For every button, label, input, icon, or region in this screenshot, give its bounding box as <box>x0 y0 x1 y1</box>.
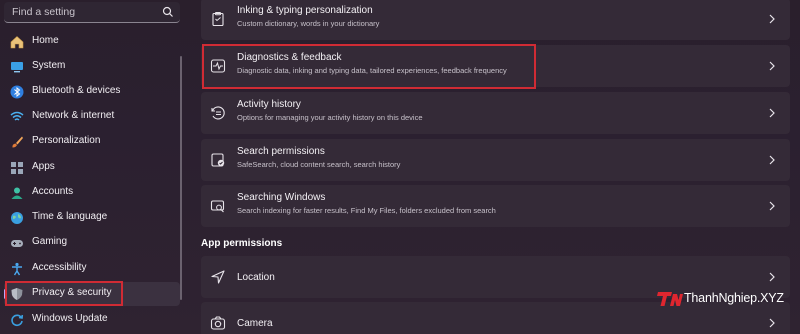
card-searching-windows[interactable]: Searching Windows Search indexing for fa… <box>201 185 790 227</box>
card-title: Activity history <box>237 99 301 110</box>
clipboard-icon <box>212 12 224 27</box>
sidebar-item-label: Time & language <box>32 211 108 222</box>
search-permissions-icon <box>211 153 225 167</box>
sidebar-item-label: Network & internet <box>32 110 115 121</box>
chevron-right-icon <box>769 108 775 118</box>
accounts-icon <box>11 187 23 199</box>
card-title: Search permissions <box>237 146 325 157</box>
card-search-permissions[interactable]: Search permissions SafeSearch, cloud con… <box>201 139 790 181</box>
camera-icon <box>210 316 226 330</box>
chevron-right-icon <box>769 201 775 211</box>
highlight-box-diagnostics <box>202 44 536 89</box>
sidebar-item-gaming[interactable]: Gaming <box>4 231 180 255</box>
sidebar-item-label: Gaming <box>32 236 68 247</box>
search-input[interactable]: Find a setting <box>12 6 75 18</box>
sidebar-item-label: Accounts <box>32 186 74 197</box>
sidebar-item-label: Windows Update <box>32 313 108 324</box>
sidebar-item-label: Personalization <box>32 135 101 146</box>
sidebar-item-accessibility[interactable]: Accessibility <box>4 257 180 281</box>
watermark-logo <box>657 292 683 306</box>
card-activity-history[interactable]: Activity history Options for managing yo… <box>201 92 790 134</box>
apps-icon <box>11 162 23 174</box>
watermark: ThanhNghiep.XYZ <box>656 288 800 310</box>
gamepad-icon <box>11 240 23 247</box>
card-title: Searching Windows <box>237 192 326 203</box>
accessibility-icon <box>12 262 22 276</box>
card-subtitle: Options for managing your activity histo… <box>237 113 423 122</box>
sidebar-item-network[interactable]: Network & internet <box>4 105 180 129</box>
sidebar: Find a setting Home System Bluetooth & d… <box>0 0 186 334</box>
chevron-right-icon <box>769 272 775 282</box>
sidebar-item-label: Home <box>32 35 59 46</box>
card-subtitle: SafeSearch, cloud content search, search… <box>237 160 401 169</box>
sidebar-item-label: System <box>32 60 66 71</box>
sidebar-scrollbar[interactable] <box>180 56 182 300</box>
history-icon <box>211 106 225 120</box>
card-title: Inking & typing personalization <box>237 5 373 16</box>
sidebar-item-personalization[interactable]: Personalization <box>4 130 180 154</box>
settings-window: Find a setting Home System Bluetooth & d… <box>0 0 800 334</box>
highlight-box-privacy <box>5 281 123 306</box>
card-title: Camera <box>237 318 273 329</box>
brush-icon <box>12 136 23 148</box>
location-icon <box>211 270 225 284</box>
wifi-icon <box>10 111 24 121</box>
search-icon[interactable] <box>162 6 174 18</box>
card-title: Location <box>237 272 275 283</box>
sidebar-item-label: Apps <box>32 161 55 172</box>
searching-windows-icon <box>210 200 225 213</box>
chevron-right-icon <box>769 155 775 165</box>
section-title-app-permissions: App permissions <box>201 238 283 249</box>
card-subtitle: Search indexing for faster results, Find… <box>237 206 496 215</box>
sidebar-item-home[interactable]: Home <box>4 30 180 54</box>
search-box[interactable]: Find a setting <box>4 2 180 23</box>
chevron-right-icon <box>769 318 775 328</box>
sidebar-item-time-language[interactable]: Time & language <box>4 206 180 230</box>
sidebar-item-accounts[interactable]: Accounts <box>4 181 180 205</box>
bluetooth-icon <box>10 85 24 99</box>
chevron-right-icon <box>769 61 775 71</box>
home-icon <box>10 36 24 49</box>
sidebar-item-apps[interactable]: Apps <box>4 156 180 180</box>
sidebar-item-windows-update[interactable]: Windows Update <box>4 308 180 332</box>
sidebar-item-system[interactable]: System <box>4 55 180 79</box>
update-icon <box>11 314 24 327</box>
system-icon <box>11 62 23 73</box>
chevron-right-icon <box>769 14 775 24</box>
card-subtitle: Custom dictionary, words in your diction… <box>237 19 380 28</box>
watermark-text: ThanhNghiep.XYZ <box>684 291 784 305</box>
card-inking-typing[interactable]: Inking & typing personalization Custom d… <box>201 0 790 40</box>
sidebar-item-label: Bluetooth & devices <box>32 85 121 96</box>
sidebar-item-bluetooth[interactable]: Bluetooth & devices <box>4 80 180 104</box>
globe-icon <box>11 212 23 224</box>
sidebar-item-label: Accessibility <box>32 262 87 273</box>
